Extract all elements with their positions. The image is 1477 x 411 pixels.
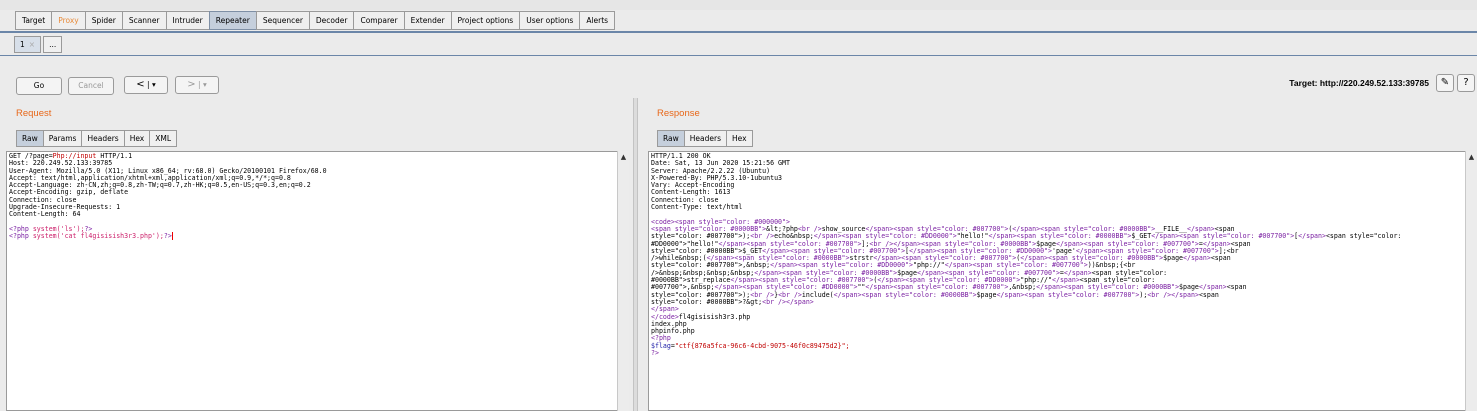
request-tab-params[interactable]: Params [42,130,82,147]
scroll-up-icon[interactable]: ▲ [618,153,629,161]
tab-extender[interactable]: Extender [403,11,451,30]
response-scrollbar[interactable]: ▲ [1465,151,1477,411]
request-tab-hex[interactable]: Hex [123,130,150,147]
tab-user-options[interactable]: User options [519,11,580,30]
tab-target[interactable]: Target [15,11,52,30]
dropdown-arrow-icon: ▾ [151,80,156,89]
repeater-toolbar: Go Cancel < | ▾ > | ▾ Target: http://220… [0,74,1477,96]
response-text: HTTP/1.1 200 OK Date: Sat, 13 Jun 2020 1… [651,152,1402,358]
response-title: Response [657,108,700,119]
repeater-tab-1[interactable]: 1 × [14,36,42,53]
close-icon[interactable]: × [29,40,35,49]
request-tab-xml[interactable]: XML [149,130,178,147]
dropdown-arrow-icon: ▾ [202,80,207,89]
response-view-tabs: Raw Headers Hex [657,130,753,147]
target-label: Target: http://220.249.52.133:39785 [1289,78,1429,88]
edit-target-button[interactable]: ✎ [1436,74,1454,92]
tab-sequencer[interactable]: Sequencer [255,11,309,30]
subtab-separator [0,55,1477,56]
response-tab-headers[interactable]: Headers [683,130,726,147]
help-button[interactable]: ? [1457,74,1475,92]
forward-button[interactable]: > | ▾ [175,76,219,94]
request-scrollbar[interactable]: ▲ [617,151,629,411]
go-button[interactable]: Go [16,77,62,95]
request-view-tabs: Raw Params Headers Hex XML [16,130,178,147]
request-text[interactable]: GET /?page=Php://input HTTP/1.1 Host: 22… [7,152,619,242]
pencil-icon: ✎ [1440,77,1450,88]
request-tab-raw[interactable]: Raw [16,130,43,147]
cancel-button[interactable]: Cancel [68,77,114,95]
title-bar-strip [0,0,1477,10]
tab-alerts[interactable]: Alerts [579,11,616,30]
tab-proxy[interactable]: Proxy [51,11,85,30]
main-tab-bar: Target Proxy Spider Scanner Intruder Repeater… [0,10,1477,32]
tab-decoder[interactable]: Decoder [308,11,354,30]
tab-scanner[interactable]: Scanner [121,11,166,30]
back-button[interactable]: < | ▾ [124,76,168,94]
repeater-tab-1-label: 1 [20,40,25,49]
tab-comparer[interactable]: Comparer [353,11,404,30]
response-tab-raw[interactable]: Raw [657,130,684,147]
repeater-new-tab[interactable]: ... [43,36,63,53]
chevron-left-icon: < [136,79,145,90]
request-tab-headers[interactable]: Headers [81,130,124,147]
tab-project-options[interactable]: Project options [450,11,520,30]
chevron-right-icon: > [187,79,196,90]
response-viewer[interactable]: HTTP/1.1 200 OK Date: Sat, 13 Jun 2020 1… [648,151,1466,411]
help-icon: ? [1463,77,1469,88]
request-editor[interactable]: GET /?page=Php://input HTTP/1.1 Host: 22… [6,151,620,411]
repeater-sub-tabs: 1 × ... [14,36,64,53]
split-pane-divider[interactable] [633,98,638,411]
tab-intruder[interactable]: Intruder [165,11,209,30]
tab-separator [0,31,1477,33]
tab-spider[interactable]: Spider [84,11,122,30]
response-tab-hex[interactable]: Hex [726,130,753,147]
request-title: Request [16,108,52,119]
scroll-up-icon[interactable]: ▲ [1466,153,1477,161]
tab-repeater[interactable]: Repeater [208,11,256,30]
